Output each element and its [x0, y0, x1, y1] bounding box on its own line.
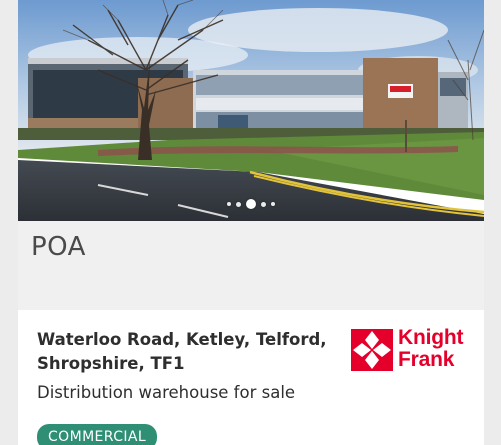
- knight-frank-logo-icon: [351, 329, 393, 371]
- property-photo-image: [18, 0, 484, 221]
- carousel-dot[interactable]: [271, 202, 275, 206]
- property-photo[interactable]: [18, 0, 484, 221]
- carousel-indicator[interactable]: [18, 199, 484, 209]
- property-description: Distribution warehouse for sale: [37, 383, 296, 402]
- agent-logo[interactable]: Knight Frank: [351, 327, 471, 373]
- carousel-dot[interactable]: [227, 202, 231, 206]
- price-band: POA: [18, 221, 484, 310]
- property-address[interactable]: Waterloo Road, Ketley, Telford, Shropshi…: [37, 328, 327, 376]
- category-badge: COMMERCIAL: [37, 424, 158, 445]
- property-card[interactable]: POA Waterloo Road, Ketley, Telford, Shro…: [18, 0, 484, 445]
- carousel-dot-active[interactable]: [246, 199, 256, 209]
- price: POA: [31, 232, 86, 262]
- agent-name-line1: Knight: [398, 326, 464, 349]
- carousel-dot[interactable]: [236, 201, 241, 207]
- carousel-dot[interactable]: [261, 201, 266, 207]
- agent-name-line2: Frank: [398, 348, 455, 371]
